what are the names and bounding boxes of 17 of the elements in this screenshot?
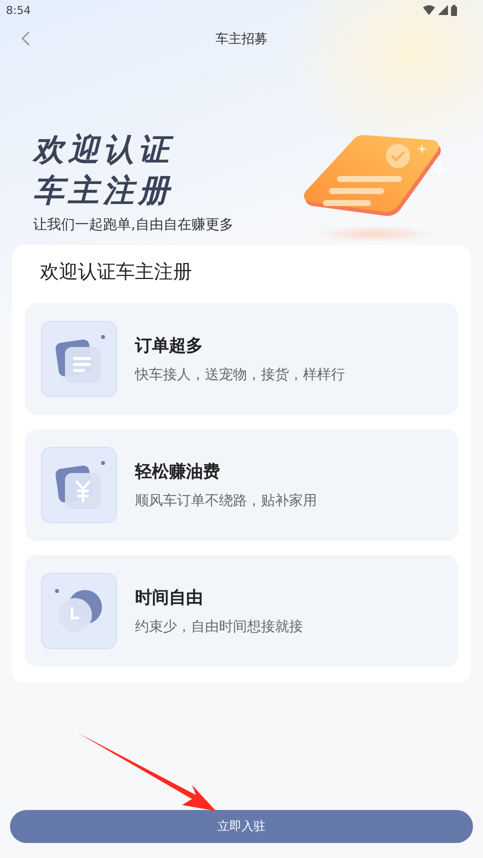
status-time: 8:54: [6, 4, 31, 16]
feature-title: 订单超多: [135, 335, 204, 357]
battery-icon: [451, 4, 457, 16]
hero-title: 车主注册: [33, 172, 174, 211]
hero-subtitle: 让我们一起跑单,自由自在赚更多: [33, 216, 234, 234]
feature-title: 轻松赚油费: [135, 461, 221, 483]
feature-description: 约束少，自由时间想接就接: [135, 618, 303, 636]
join-button[interactable]: 立即入驻: [10, 810, 473, 843]
feature-title: 时间自由: [135, 587, 204, 609]
card-title: 欢迎认证车主注册: [39, 260, 193, 285]
signal-icon: [438, 5, 448, 15]
feature-description: 顺风车订单不绕路，贴补家用: [135, 492, 317, 510]
back-icon[interactable]: [21, 31, 30, 46]
hero-title: 欢迎认证: [33, 131, 175, 170]
wifi-icon: [423, 5, 435, 15]
feature-description: 快车接人，送宠物，接货，样样行: [135, 366, 345, 384]
page-title: 车主招募: [216, 31, 268, 48]
